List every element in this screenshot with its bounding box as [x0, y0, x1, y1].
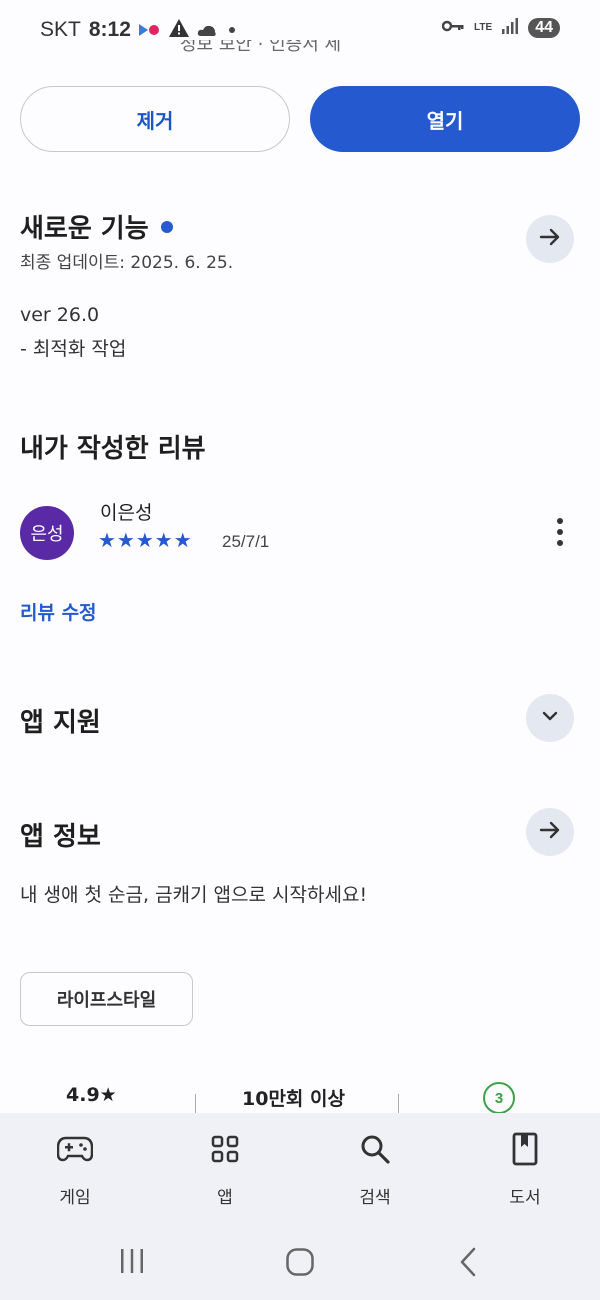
category-chip[interactable]: 라이프스타일 [20, 972, 193, 1026]
app-support-title: 앱 지원 [20, 708, 101, 738]
back-icon [460, 1247, 476, 1277]
home-button[interactable] [285, 1247, 315, 1281]
signal-icon [502, 18, 519, 38]
nav-item-books[interactable]: 도서 [475, 1131, 575, 1208]
nav-label-search: 검색 [359, 1188, 391, 1208]
recent-apps-icon [121, 1249, 143, 1273]
rating-stat: 4.9★ [66, 1084, 117, 1106]
cast-icon [138, 18, 161, 42]
more-vert-dot [557, 529, 563, 535]
status-left: SKT 8:12 [40, 18, 239, 42]
nav-label-books: 도서 [509, 1188, 541, 1208]
nav-item-apps[interactable]: 앱 [175, 1131, 275, 1208]
review-date: 25/7/1 [222, 532, 270, 551]
status-right: LTE 44 [441, 18, 560, 38]
release-note-line: - 최적화 작업 [20, 338, 127, 360]
network-type: LTE [474, 22, 493, 33]
rating-value: 4.9★ [66, 1084, 117, 1106]
downloads-stat: 10만회 이상 [242, 1088, 345, 1110]
gamepad-icon [57, 1131, 93, 1167]
last-updated: 최종 업데이트: 2025. 6. 25. [20, 253, 234, 273]
key-icon [441, 20, 464, 36]
avatar: 은성 [20, 506, 74, 560]
app-info-arrow-button[interactable] [526, 808, 574, 856]
nav-label-games: 게임 [59, 1188, 91, 1208]
app-support-expand-button[interactable] [526, 694, 574, 742]
app-description: 내 생애 첫 순금, 금캐기 앱으로 시작하세요! [20, 884, 368, 906]
more-options-button[interactable] [545, 514, 575, 550]
release-note-line: ver 26.0 [20, 304, 100, 326]
arrow-right-icon [538, 225, 562, 253]
nav-item-games[interactable]: 게임 [25, 1131, 125, 1208]
bottom-navigation: 게임 앱 검색 도서 [0, 1113, 600, 1223]
dot-icon [225, 18, 239, 42]
open-button[interactable]: 열기 [310, 86, 580, 152]
edit-review-link[interactable]: 리뷰 수정 [20, 598, 97, 625]
book-icon [512, 1131, 538, 1167]
whats-new-arrow-button[interactable] [526, 215, 574, 263]
reviewer-name: 이은성 [100, 502, 153, 524]
release-notes: ver 26.0 - 최적화 작업 [20, 298, 126, 366]
arrow-right-icon [538, 818, 562, 846]
chevron-down-icon [540, 706, 560, 730]
search-icon [359, 1131, 391, 1167]
remove-button[interactable]: 제거 [20, 86, 290, 152]
star-rating: ★★★★★ [98, 528, 193, 552]
more-vert-icon [557, 518, 563, 524]
apps-grid-icon [211, 1131, 239, 1167]
more-vert-dot [557, 540, 563, 546]
my-review-title: 내가 작성한 리뷰 [20, 434, 206, 464]
clock: 8:12 [88, 18, 131, 41]
carrier-name: SKT [40, 18, 81, 41]
home-icon [286, 1248, 314, 1276]
new-indicator-dot [160, 220, 173, 233]
whats-new-title: 새로운 기능 [20, 208, 173, 245]
back-button[interactable] [458, 1247, 478, 1281]
recent-apps-button[interactable] [118, 1247, 146, 1279]
cloud-icon [197, 18, 217, 42]
battery-indicator: 44 [528, 18, 560, 38]
nav-item-search[interactable]: 검색 [325, 1131, 425, 1208]
system-navigation-bar [0, 1223, 600, 1300]
age-rating-badge: 3 [483, 1082, 515, 1114]
warning-icon [168, 18, 189, 42]
clipped-heading: 정보 보안 · 인증서 세 [180, 40, 342, 54]
whats-new-title-text: 새로운 기능 [20, 214, 149, 244]
app-info-title: 앱 정보 [20, 822, 101, 852]
nav-label-apps: 앱 [217, 1188, 233, 1208]
